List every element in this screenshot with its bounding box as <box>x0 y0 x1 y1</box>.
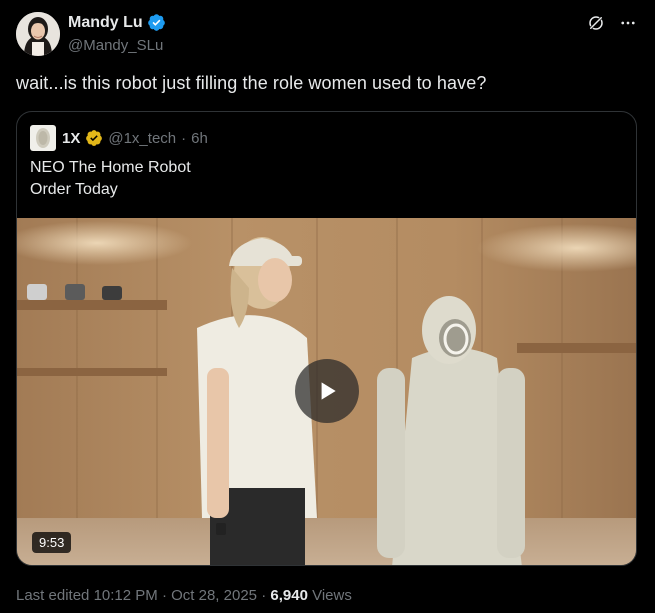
quoted-tweet-line: NEO The Home Robot <box>30 159 191 176</box>
quoted-author-name[interactable]: 1X <box>62 130 80 147</box>
verified-badge-icon <box>85 129 103 147</box>
quoted-tweet-card[interactable]: 1X @1x_tech · 6h NEO The Home Robot Orde… <box>16 111 637 566</box>
tweet-date[interactable]: Oct 28, 2025 <box>171 587 257 604</box>
author-name-row: Mandy Lu <box>68 13 166 32</box>
grok-icon[interactable] <box>587 14 605 32</box>
video-duration: 9:53 <box>32 532 72 553</box>
play-icon <box>321 382 336 400</box>
quoted-tweet-text: NEO The Home Robot Order Today <box>30 157 191 201</box>
author-display-name[interactable]: Mandy Lu <box>68 14 143 32</box>
tweet-time[interactable]: 10:12 PM <box>94 587 158 604</box>
tweet-actions <box>587 14 637 32</box>
verified-badge-icon <box>147 13 166 32</box>
separator-dot: · <box>161 587 167 604</box>
author-handle[interactable]: @Mandy_SLu <box>68 37 163 54</box>
video-player[interactable]: 9:53 <box>17 218 636 565</box>
views-label: Views <box>312 587 352 604</box>
tweet-meta: Last edited 10:12 PM · Oct 28, 2025 · 6,… <box>16 587 352 604</box>
more-icon[interactable] <box>619 14 637 32</box>
author-avatar[interactable] <box>16 12 60 56</box>
quoted-author-avatar[interactable] <box>30 125 56 151</box>
separator-dot: · <box>261 587 267 604</box>
play-button[interactable] <box>295 359 359 423</box>
quoted-tweet-time[interactable]: 6h <box>191 130 208 147</box>
tweet: Mandy Lu @Mandy_SLu wait...is this robot… <box>0 0 655 613</box>
views-count[interactable]: 6,940 <box>270 587 308 604</box>
edited-label[interactable]: Last edited <box>16 587 89 604</box>
quoted-tweet-line: Order Today <box>30 181 118 198</box>
tweet-text: wait...is this robot just filling the ro… <box>16 73 487 93</box>
separator-dot: · <box>181 129 187 147</box>
quoted-author-handle[interactable]: @1x_tech <box>108 130 176 147</box>
quoted-tweet-header: 1X @1x_tech · 6h <box>30 125 208 151</box>
